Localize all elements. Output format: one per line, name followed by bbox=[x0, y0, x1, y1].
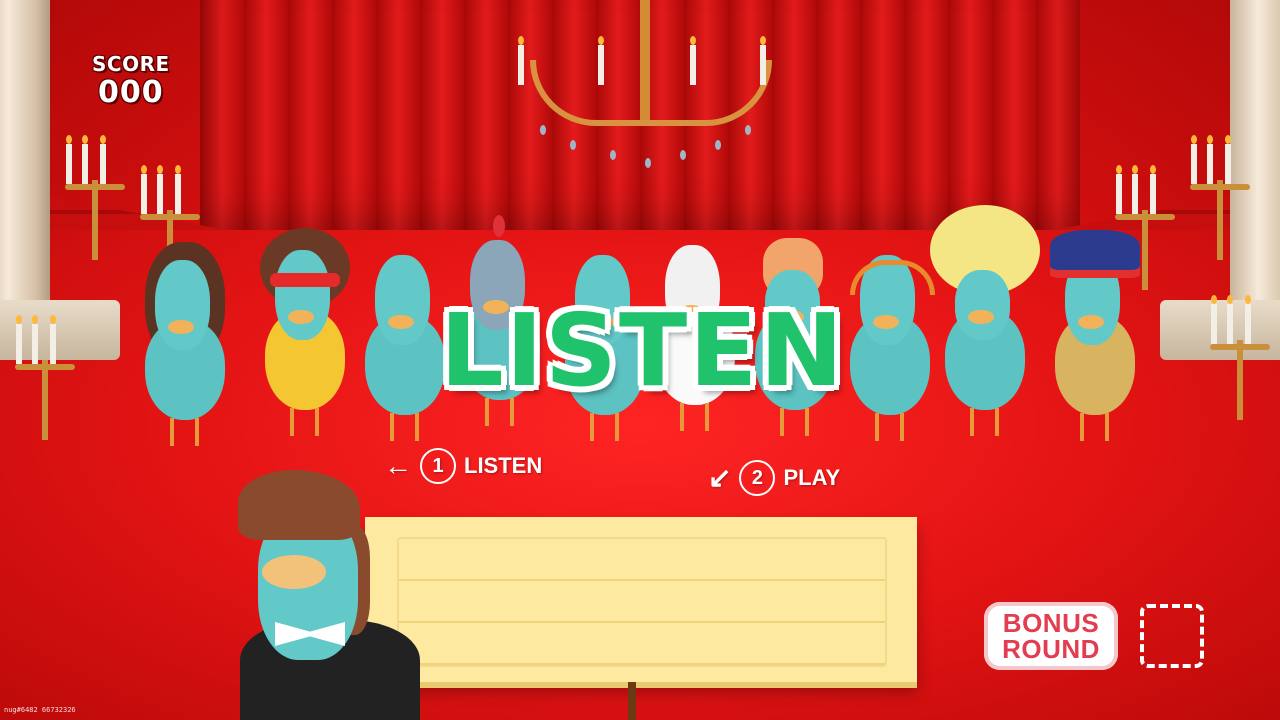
arrow-down-left-icon: ↙ bbox=[708, 462, 732, 493]
step-number-2: 2 bbox=[739, 460, 776, 496]
step-label-listen: LISTEN bbox=[464, 453, 543, 478]
step-number-1: 1 bbox=[420, 448, 456, 484]
score-value: 000 bbox=[98, 75, 164, 110]
conductor-bird bbox=[230, 470, 430, 720]
choir-bird-rocker bbox=[135, 242, 235, 450]
bonus-label-line2: ROUND bbox=[1002, 634, 1100, 664]
choir-bird-afro bbox=[930, 205, 1040, 440]
instruction-step-1: ← 1 LISTEN bbox=[384, 448, 542, 484]
music-stand bbox=[365, 517, 917, 682]
choir-bird-diva bbox=[255, 228, 355, 440]
note-staff bbox=[397, 537, 887, 667]
bonus-label-line1: BONUS bbox=[1002, 608, 1100, 638]
instruction-step-2: ↙ 2 PLAY bbox=[708, 460, 840, 496]
arrow-left-icon: ← bbox=[384, 450, 412, 481]
score-label: SCORE bbox=[92, 52, 170, 76]
step-label-play: PLAY bbox=[783, 465, 841, 490]
choir-bird-patriot bbox=[1045, 230, 1145, 445]
choir-bird-dj bbox=[840, 245, 940, 445]
listen-banner: LISTEN bbox=[440, 292, 846, 409]
music-stand-pole bbox=[628, 682, 636, 720]
bonus-round-badge: BONUS ROUND bbox=[984, 602, 1118, 670]
bonus-item-slot bbox=[1140, 604, 1204, 668]
score-display: SCORE 000 bbox=[92, 52, 170, 110]
build-id: nug#6482 66732326 bbox=[4, 706, 76, 714]
